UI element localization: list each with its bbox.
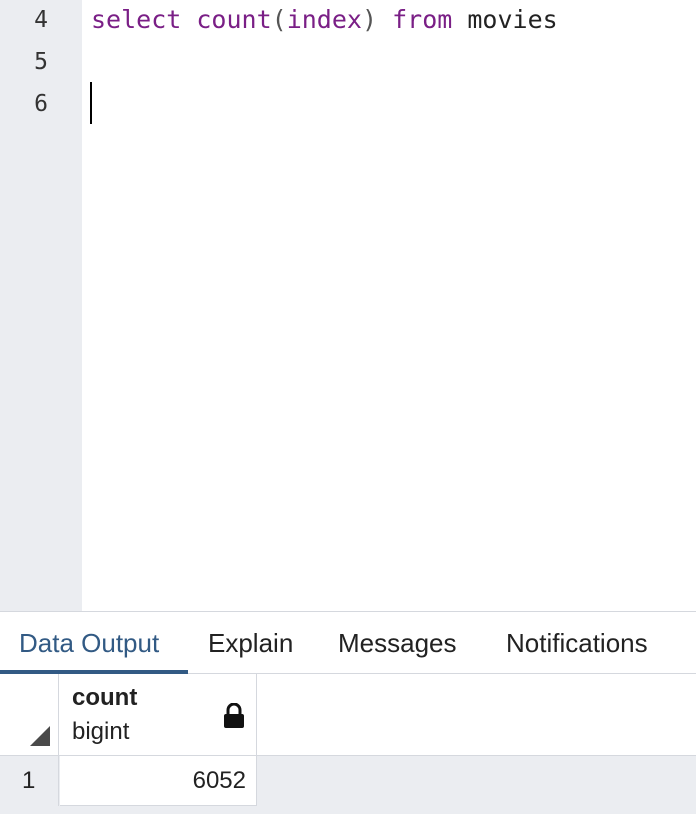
select-all-triangle-icon xyxy=(30,726,50,746)
result-grid: count bigint 1 6052 xyxy=(0,674,696,814)
sql-keyword: select xyxy=(91,5,182,34)
lock-icon xyxy=(224,703,244,728)
column-type: bigint xyxy=(72,718,130,745)
sql-table-name: movies xyxy=(467,5,558,34)
row-number: 1 xyxy=(22,767,36,794)
text-cursor xyxy=(90,82,92,124)
sql-keyword: from xyxy=(392,5,453,34)
query-editor[interactable]: 4 select count(index) from movies 5 6 xyxy=(0,0,696,611)
editor-line[interactable]: 4 select count(index) from movies xyxy=(0,0,696,42)
row-number-cell[interactable]: 1 xyxy=(0,756,59,806)
column-name: count xyxy=(72,684,138,711)
tab-data-output[interactable]: Data Output xyxy=(19,612,159,673)
sql-identifier: index xyxy=(286,5,362,34)
paren-close: ) xyxy=(361,5,378,34)
column-header-count[interactable]: count bigint xyxy=(60,674,257,755)
tab-explain[interactable]: Explain xyxy=(208,612,293,673)
line-number: 6 xyxy=(34,91,48,117)
output-tabs: Data Output Explain Messages Notificatio… xyxy=(0,611,696,674)
table-cell[interactable]: 6052 xyxy=(60,756,257,806)
table-row[interactable]: 1 6052 xyxy=(0,756,696,806)
tab-messages[interactable]: Messages xyxy=(338,612,457,673)
grid-header-row: count bigint xyxy=(0,674,696,756)
sql-function: count xyxy=(196,5,272,34)
tab-notifications[interactable]: Notifications xyxy=(506,612,648,673)
line-number: 4 xyxy=(34,7,48,33)
editor-line[interactable]: 6 xyxy=(0,84,696,126)
select-all-cell[interactable] xyxy=(0,674,59,755)
paren-open: ( xyxy=(271,5,287,34)
line-number: 5 xyxy=(34,49,48,75)
code-line[interactable]: select count(index) from movies xyxy=(91,0,558,40)
editor-line[interactable]: 5 xyxy=(0,42,696,84)
